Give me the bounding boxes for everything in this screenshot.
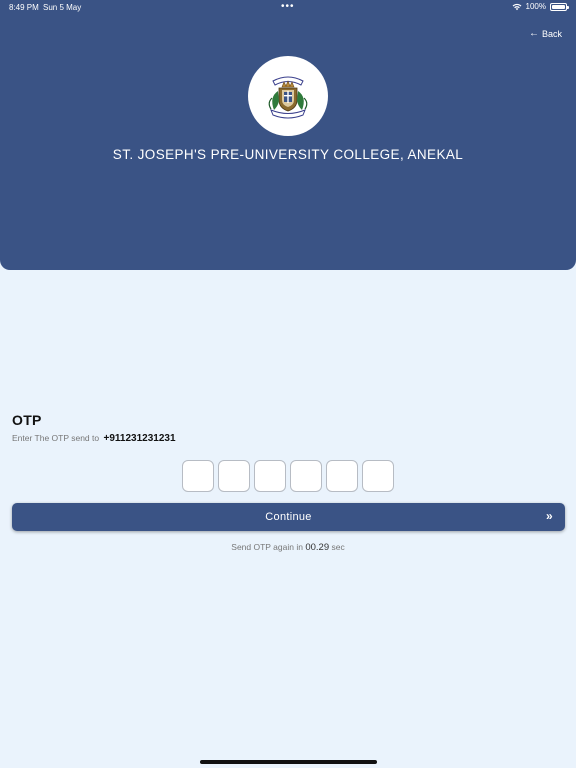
resend-otp-text: Send OTP again in 00.29 sec (0, 542, 576, 553)
multitasking-dots-icon[interactable]: ••• (281, 1, 295, 12)
college-name: ST. JOSEPH'S PRE-UNIVERSITY COLLEGE, ANE… (112, 147, 464, 162)
otp-phone-number: +911231231231 (103, 433, 176, 444)
resend-suffix: sec (331, 542, 345, 552)
wifi-icon (512, 3, 521, 10)
otp-title: OTP (12, 412, 42, 428)
home-indicator[interactable] (200, 760, 377, 764)
header-banner: 8:49 PM Sun 5 May ••• 100% ← Back ST. JO… (0, 0, 576, 270)
back-label: Back (541, 28, 562, 39)
resend-prefix: Send OTP again in (231, 542, 303, 552)
back-button[interactable]: ← Back (529, 28, 562, 39)
arrow-left-icon: ← (528, 28, 539, 39)
status-bar: 8:49 PM Sun 5 May ••• 100% (0, 0, 576, 16)
otp-digit-3[interactable] (254, 460, 286, 492)
college-logo (248, 56, 328, 136)
battery-percent: 100% (525, 2, 546, 11)
otp-digit-1[interactable] (182, 460, 214, 492)
otp-screen: 8:49 PM Sun 5 May ••• 100% ← Back ST. JO… (0, 0, 576, 768)
continue-button[interactable]: Continue » (12, 503, 565, 531)
status-date: Sun 5 May (43, 3, 82, 12)
otp-digit-4[interactable] (290, 460, 322, 492)
otp-input-group (182, 460, 394, 492)
resend-timer: 00.29 (305, 542, 330, 553)
otp-digit-2[interactable] (218, 460, 250, 492)
otp-subtitle: Enter The OTP send to +911231231231 (12, 433, 176, 444)
status-time: 8:49 PM (9, 3, 39, 12)
continue-label: Continue (265, 511, 312, 523)
battery-icon (550, 2, 569, 11)
double-chevron-right-icon: » (546, 509, 553, 523)
status-right: 100% (512, 2, 569, 11)
college-crest-icon (268, 76, 308, 119)
otp-digit-5[interactable] (326, 460, 358, 492)
otp-subtitle-text: Enter The OTP send to (12, 433, 100, 443)
otp-digit-6[interactable] (362, 460, 394, 492)
